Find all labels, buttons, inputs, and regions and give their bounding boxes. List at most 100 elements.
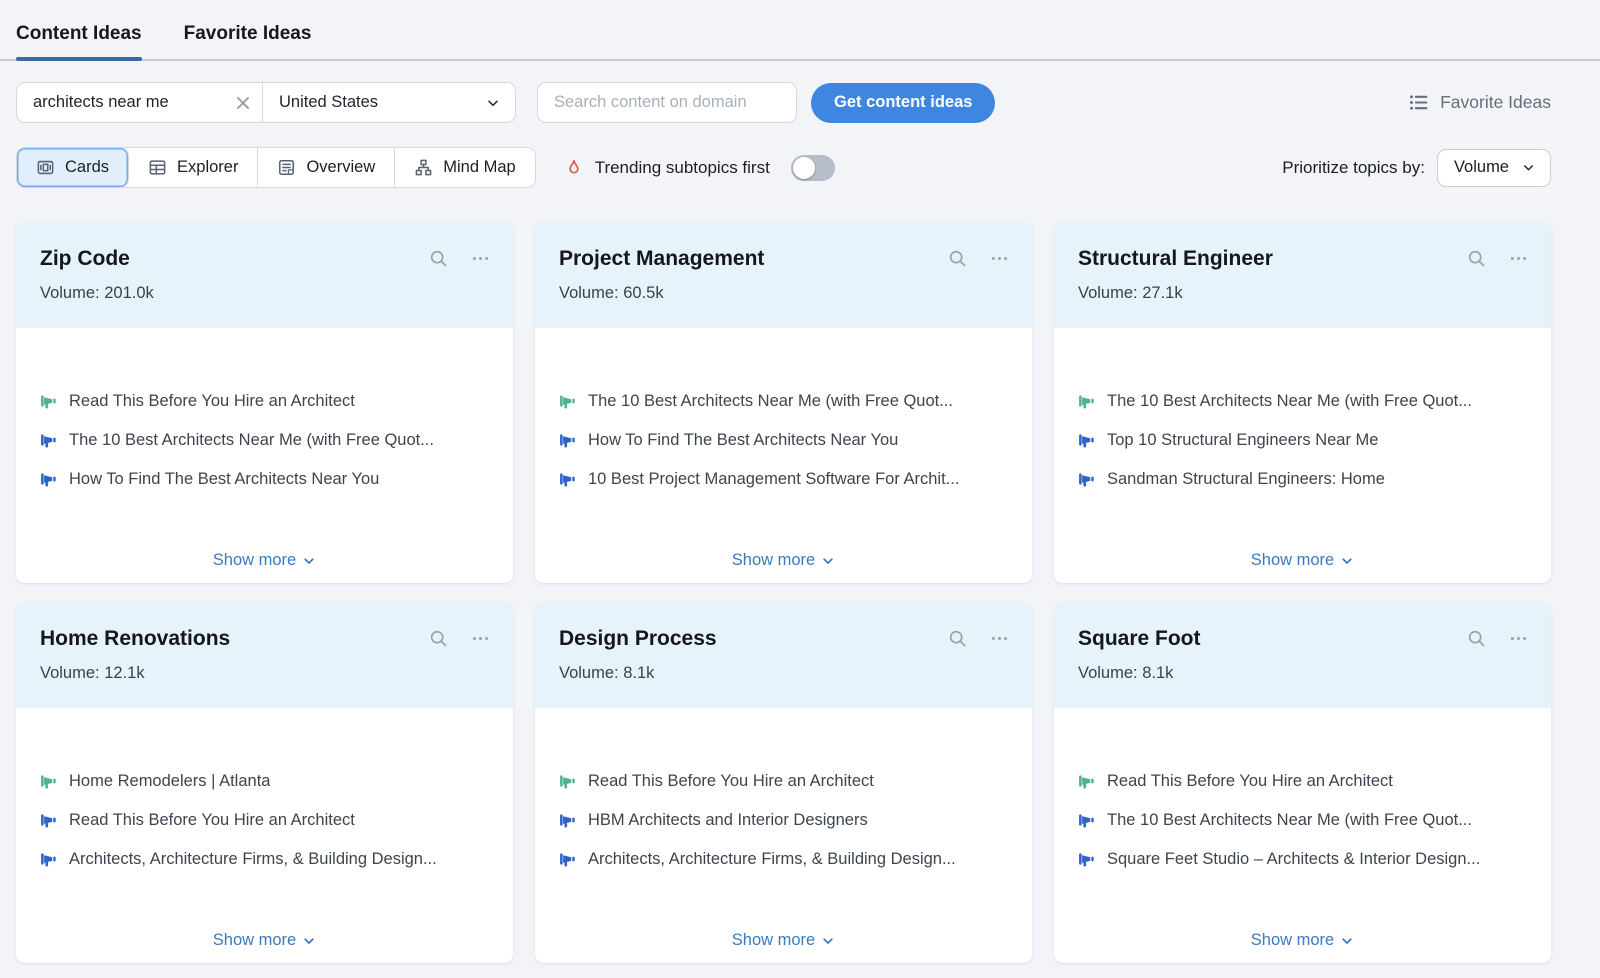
prioritize-topics-select[interactable]: Volume xyxy=(1437,149,1551,187)
keyword-input[interactable] xyxy=(17,83,224,122)
topic-volume: Volume: 201.0k xyxy=(40,284,489,303)
headline-text: The 10 Best Architects Near Me (with Fre… xyxy=(1107,390,1472,413)
headline-item[interactable]: Read This Before You Hire an Architect xyxy=(40,390,489,413)
topic-card-header: Project Management Volume: 60.5k xyxy=(535,222,1032,328)
topic-card: Project Management Volume: 60.5k xyxy=(535,222,1032,583)
headline-text: Home Remodelers | Atlanta xyxy=(69,770,270,793)
more-options-icon[interactable] xyxy=(1508,248,1529,269)
more-options-icon[interactable] xyxy=(470,628,491,649)
card-header-actions xyxy=(947,628,1010,649)
close-icon xyxy=(236,96,250,110)
headline-item[interactable]: How To Find The Best Architects Near You xyxy=(40,468,489,491)
view-label: Cards xyxy=(65,158,109,177)
headline-item[interactable]: HBM Architects and Interior Designers xyxy=(559,809,1008,832)
view-explorer[interactable]: Explorer xyxy=(129,148,258,187)
more-options-icon[interactable] xyxy=(1508,628,1529,649)
show-more-label: Show more xyxy=(732,551,815,570)
megaphone-icon xyxy=(1078,811,1095,828)
show-more-label: Show more xyxy=(213,551,296,570)
favorite-ideas-link-label: Favorite Ideas xyxy=(1440,92,1551,113)
chevron-down-icon xyxy=(302,934,316,948)
headline-item[interactable]: Architects, Architecture Firms, & Buildi… xyxy=(40,848,489,871)
topic-card: Structural Engineer Volume: 27.1k xyxy=(1054,222,1551,583)
headline-item[interactable]: Home Remodelers | Atlanta xyxy=(40,770,489,793)
headline-item[interactable]: Read This Before You Hire an Architect xyxy=(1078,770,1527,793)
show-more-link[interactable]: Show more xyxy=(1054,931,1551,950)
volume-label: Volume: xyxy=(559,664,619,682)
tab-content-ideas[interactable]: Content Ideas xyxy=(16,13,142,59)
domain-search-input[interactable] xyxy=(537,82,797,123)
search-icon[interactable] xyxy=(947,628,968,649)
volume-value: 27.1k xyxy=(1142,284,1182,302)
headline-text: Square Feet Studio – Architects & Interi… xyxy=(1107,848,1480,871)
topic-volume: Volume: 60.5k xyxy=(559,284,1008,303)
topic-title: Home Renovations xyxy=(40,627,489,651)
topic-card-header: Home Renovations Volume: 12.1k xyxy=(16,602,513,708)
more-options-icon[interactable] xyxy=(989,628,1010,649)
search-icon[interactable] xyxy=(428,628,449,649)
headline-item[interactable]: 10 Best Project Management Software For … xyxy=(559,468,1008,491)
flame-icon xyxy=(564,158,584,178)
topic-card-body: Read This Before You Hire an Architect T… xyxy=(1054,708,1551,963)
headline-item[interactable]: The 10 Best Architects Near Me (with Fre… xyxy=(559,390,1008,413)
mind-map-icon xyxy=(414,158,433,177)
view-overview[interactable]: Overview xyxy=(258,148,395,187)
headline-item[interactable]: Square Feet Studio – Architects & Interi… xyxy=(1078,848,1527,871)
show-more-link[interactable]: Show more xyxy=(16,551,513,570)
headline-text: HBM Architects and Interior Designers xyxy=(588,809,868,832)
megaphone-icon xyxy=(40,772,57,789)
cards-view-icon xyxy=(36,158,55,177)
headline-item[interactable]: Read This Before You Hire an Architect xyxy=(40,809,489,832)
headline-item[interactable]: Top 10 Structural Engineers Near Me xyxy=(1078,429,1527,452)
headline-item[interactable]: The 10 Best Architects Near Me (with Fre… xyxy=(40,429,489,452)
show-more-label: Show more xyxy=(213,931,296,950)
search-icon[interactable] xyxy=(1466,248,1487,269)
topic-volume: Volume: 8.1k xyxy=(559,664,1008,683)
show-more-link[interactable]: Show more xyxy=(16,931,513,950)
topic-title: Design Process xyxy=(559,627,1008,651)
headline-item[interactable]: Architects, Architecture Firms, & Buildi… xyxy=(559,848,1008,871)
topic-card: Zip Code Volume: 201.0k xyxy=(16,222,513,583)
get-content-ideas-button[interactable]: Get content ideas xyxy=(811,83,995,123)
view-label: Mind Map xyxy=(443,158,515,177)
more-options-icon[interactable] xyxy=(470,248,491,269)
show-more-link[interactable]: Show more xyxy=(535,931,1032,950)
headline-item[interactable]: The 10 Best Architects Near Me (with Fre… xyxy=(1078,390,1527,413)
clear-keyword-button[interactable] xyxy=(224,83,262,122)
tab-label: Content Ideas xyxy=(16,23,142,44)
view-mind-map[interactable]: Mind Map xyxy=(395,148,534,187)
headline-text: How To Find The Best Architects Near You xyxy=(69,468,379,491)
megaphone-icon xyxy=(40,470,57,487)
headline-text: The 10 Best Architects Near Me (with Fre… xyxy=(69,429,434,452)
volume-value: 8.1k xyxy=(1142,664,1173,682)
country-select[interactable]: United States xyxy=(263,83,515,122)
volume-value: 12.1k xyxy=(104,664,144,682)
headline-item[interactable]: The 10 Best Architects Near Me (with Fre… xyxy=(1078,809,1527,832)
card-header-actions xyxy=(1466,628,1529,649)
search-icon[interactable] xyxy=(1466,628,1487,649)
tab-favorite-ideas[interactable]: Favorite Ideas xyxy=(184,13,312,59)
search-controls-row: United States Get content ideas Favorite… xyxy=(16,82,1584,123)
headline-text: Read This Before You Hire an Architect xyxy=(1107,770,1393,793)
trending-toggle-switch[interactable] xyxy=(791,155,835,181)
search-icon[interactable] xyxy=(947,248,968,269)
volume-value: 60.5k xyxy=(623,284,663,302)
topic-title: Zip Code xyxy=(40,247,489,271)
view-cards[interactable]: Cards xyxy=(17,148,129,187)
country-value: United States xyxy=(279,93,378,112)
topic-title: Structural Engineer xyxy=(1078,247,1527,271)
headline-item[interactable]: Read This Before You Hire an Architect xyxy=(559,770,1008,793)
more-options-icon[interactable] xyxy=(989,248,1010,269)
top-tab-bar: Content Ideas Favorite Ideas xyxy=(0,0,1600,61)
megaphone-icon xyxy=(559,431,576,448)
headline-text: Architects, Architecture Firms, & Buildi… xyxy=(69,848,437,871)
megaphone-icon xyxy=(40,392,57,409)
show-more-link[interactable]: Show more xyxy=(535,551,1032,570)
headline-text: 10 Best Project Management Software For … xyxy=(588,468,959,491)
search-icon[interactable] xyxy=(428,248,449,269)
favorite-ideas-link[interactable]: Favorite Ideas xyxy=(1408,92,1551,113)
headline-item[interactable]: Sandman Structural Engineers: Home xyxy=(1078,468,1527,491)
headline-item[interactable]: How To Find The Best Architects Near You xyxy=(559,429,1008,452)
show-more-link[interactable]: Show more xyxy=(1054,551,1551,570)
topic-card: Square Foot Volume: 8.1k xyxy=(1054,602,1551,963)
